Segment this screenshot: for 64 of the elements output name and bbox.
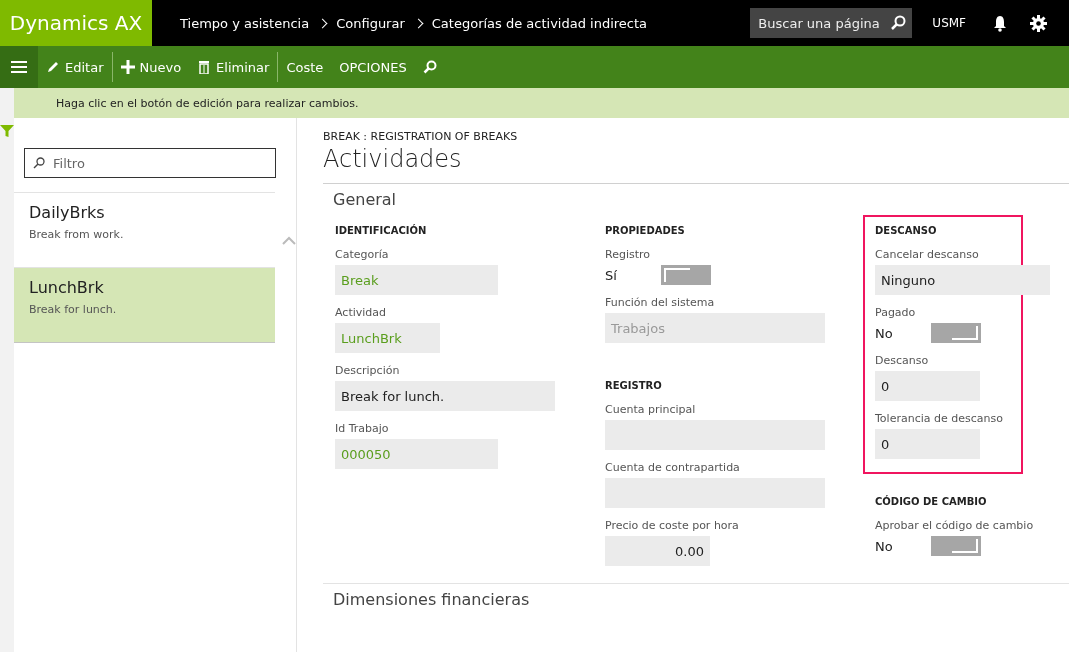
- search-icon: [422, 60, 437, 74]
- pencil-icon: [46, 60, 60, 74]
- field-label: Actividad: [335, 306, 388, 319]
- section-header[interactable]: Dimensiones financieras: [333, 590, 1069, 609]
- item-title: DailyBrks: [29, 203, 106, 222]
- menu-icon[interactable]: [11, 61, 27, 73]
- list-item[interactable]: LunchBrk Break for lunch.: [14, 268, 275, 343]
- settings-icon[interactable]: [1030, 14, 1047, 32]
- field-label: Id Trabajo: [335, 422, 390, 435]
- toolbar-button[interactable]: Eliminar: [189, 51, 278, 83]
- item-description: Break for lunch.: [29, 303, 118, 316]
- group-heading: DESCANSO: [875, 225, 938, 236]
- input-field: Trabajos: [605, 313, 825, 343]
- field-label: Descripción: [335, 364, 401, 377]
- breadcrumb-link[interactable]: Configurar: [336, 15, 405, 31]
- field-label: Pagado: [875, 306, 917, 319]
- record-caption: BREAK : REGISTRATION OF BREAKS: [323, 130, 519, 143]
- toggle-switch[interactable]: [931, 323, 981, 343]
- filter-icon[interactable]: [0, 124, 14, 138]
- filter-field[interactable]: Filtro: [24, 148, 276, 178]
- input-field[interactable]: Break for lunch.: [335, 381, 555, 411]
- group-heading: IDENTIFICACIÓN: [335, 225, 428, 236]
- toggle-switch[interactable]: [931, 536, 981, 556]
- breadcrumb-link[interactable]: Categorías de actividad indirecta: [431, 15, 648, 31]
- breadcrumb-link[interactable]: Tiempo y asistencia: [180, 15, 310, 31]
- search-icon: [33, 157, 45, 169]
- toggle-value: Sí: [605, 267, 618, 283]
- item-title: LunchBrk: [29, 278, 105, 297]
- field-label: Cuenta de contrapartida: [605, 461, 741, 474]
- plus-icon: [120, 60, 135, 74]
- group-heading: PROPIEDADES: [605, 225, 686, 236]
- search-icon[interactable]: [890, 15, 907, 31]
- toolbar-button[interactable]: Nuevo: [112, 51, 190, 83]
- dropdown-field[interactable]: Ninguno: [875, 265, 1050, 295]
- field-label: Cancelar descanso: [875, 248, 980, 261]
- input-field[interactable]: 0: [875, 429, 980, 459]
- field-label: Registro: [605, 248, 651, 261]
- toggle-value: No: [875, 538, 894, 554]
- field-label: Aprobar el código de cambio: [875, 519, 1035, 532]
- toggle-switch[interactable]: [661, 265, 711, 285]
- toggle-value: No: [875, 325, 894, 341]
- field-label: Función del sistema: [605, 296, 716, 309]
- trash-icon: [197, 60, 212, 74]
- group-heading: CÓDIGO DE CAMBIO: [875, 496, 988, 507]
- toolbar-button[interactable]: Editar: [38, 51, 112, 83]
- input-field[interactable]: 0.00: [605, 536, 710, 566]
- field-label: Descanso: [875, 354, 930, 367]
- section-header[interactable]: General: [333, 190, 1069, 209]
- field-label: Precio de coste por hora: [605, 519, 740, 532]
- bell-icon[interactable]: [992, 14, 1008, 32]
- field-label: Categoría: [335, 248, 390, 261]
- search-field[interactable]: Buscar una página: [750, 8, 913, 38]
- toolbar-button[interactable]: Coste: [278, 51, 332, 83]
- field-label: Tolerancia de descanso: [875, 412, 1004, 425]
- message-bar: Haga clic en el botón de edición para realizar cambios.: [14, 88, 1069, 118]
- field-label: Cuenta principal: [605, 403, 697, 416]
- group-heading: REGISTRO: [605, 380, 663, 391]
- item-description: Break from work.: [29, 228, 125, 241]
- page-title: Actividades: [323, 145, 463, 173]
- search-input[interactable]: Buscar una página: [756, 14, 887, 32]
- toolbar-button[interactable]: OPCIONES: [331, 51, 415, 83]
- scroll-up-icon[interactable]: [282, 236, 296, 245]
- input-field[interactable]: 0: [875, 371, 980, 401]
- company-selector[interactable]: USMF: [932, 16, 966, 30]
